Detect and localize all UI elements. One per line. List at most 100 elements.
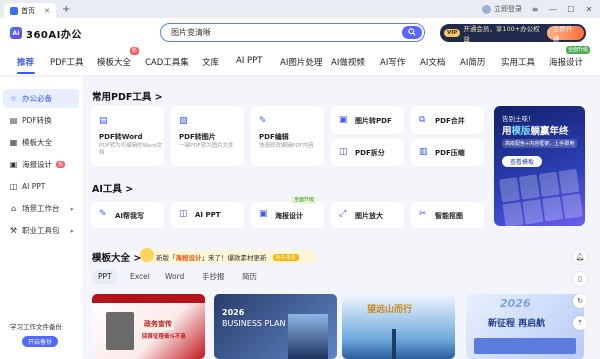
minimize-button[interactable]: — — [548, 5, 558, 14]
card-desc: 快速修改编辑PDF内容 — [259, 143, 314, 149]
thumb-year: 2026 — [222, 308, 245, 317]
nav-item-ai-image[interactable]: AI图片处理 — [280, 56, 322, 68]
pdf-section-title[interactable]: 常用PDF工具 > — [92, 89, 163, 103]
nav-item-recommend[interactable]: 推荐 — [17, 56, 34, 68]
backup-button[interactable]: 开启备份 — [22, 336, 58, 347]
close-tab-icon[interactable]: ✕ — [44, 7, 50, 15]
sidebar-item-label: PDF转换 — [22, 116, 52, 125]
template-section-title[interactable]: 模板大全 > — [92, 250, 141, 264]
ai-section-title-text: AI工具 — [92, 184, 122, 195]
new-tab-button[interactable]: + — [62, 4, 70, 15]
pdf-compress-card[interactable]: ▥ PDF压缩 — [411, 139, 484, 166]
sidebar-item-templates[interactable]: ▦ 模板大全 — [3, 133, 79, 152]
browser-tab-home[interactable]: 首页 ✕ — [4, 3, 56, 18]
vip-badge: VIP — [444, 29, 461, 37]
pdf-merge-icon: ⧉ — [419, 115, 426, 125]
card-title: PDF合并 — [435, 117, 465, 125]
nav-item-ai-resume[interactable]: AI简历 — [460, 56, 485, 68]
main-nav: 推荐 PDF工具 模板大全 新 CAD工具集 文库 AI PPT AI图片处理 … — [0, 46, 600, 76]
thumb-sub: 回首征程奋斗不息 — [142, 334, 187, 340]
sidebar-item-essentials[interactable]: ☆ 办公必备 — [3, 89, 79, 108]
card-desc: PDF转为可编辑的Word文档 — [99, 143, 163, 156]
login-link[interactable]: 立即登录 — [482, 4, 522, 14]
banner-headline: 用模版躺赢年终 — [502, 123, 569, 137]
sidebar-item-label: 模板大全 — [22, 138, 52, 147]
card-title: AI PPT — [195, 211, 221, 219]
card-desc: 一键PDF转为图片文件 — [179, 143, 234, 149]
banner-view-button[interactable]: 查看模板 — [502, 156, 542, 167]
card-title: PDF转Word — [99, 133, 143, 141]
close-window-button[interactable]: ✕ — [584, 5, 594, 14]
smart-cutout-card[interactable]: ✂ 智能抠图 — [411, 202, 484, 228]
maximize-button[interactable]: ☐ — [566, 5, 576, 14]
thumb-sub: 新征程 再启航 — [488, 319, 546, 329]
template-thumb[interactable]: 政务宣传 回首征程奋斗不息 — [92, 294, 205, 359]
mobile-icon[interactable]: ▯ — [573, 272, 587, 286]
thumb-title: 政务宣传 — [142, 318, 174, 330]
right-rail: 🔔︎ ▯ ↻ ⤒ — [571, 250, 589, 330]
upgrade-tag: 全面升级 — [291, 196, 318, 204]
pdf-merge-card[interactable]: ⧉ PDF合并 — [411, 106, 484, 134]
image-to-pdf-card[interactable]: ▣ 图片转PDF — [331, 106, 404, 134]
menu-icon[interactable]: ≡ — [530, 5, 540, 14]
refresh-icon[interactable]: ↻ — [573, 294, 587, 308]
ai-section-title[interactable]: AI工具 > — [92, 181, 133, 195]
promo-banner[interactable]: 告别土味！ 用模版躺赢年终 高级配色+内容框架，上手即用 查看模板 — [494, 106, 585, 226]
vip-text: 开通会员，享100+办公权益 — [463, 25, 540, 43]
vip-promo[interactable]: VIP 开通会员，享100+办公权益 立即开通 — [440, 24, 586, 43]
nav-item-library[interactable]: 文库 — [202, 56, 219, 68]
tab-handwritten[interactable]: 手抄报 — [196, 269, 231, 284]
sidebar-item-poster[interactable]: ▣ 海报设计 热 — [3, 155, 79, 174]
tab-resume[interactable]: 简历 — [236, 269, 263, 284]
pdf-split-icon: ◫ — [339, 147, 348, 157]
nav-item-ai-video[interactable]: AI做视频 — [331, 56, 365, 68]
card-title: AI帮我写 — [115, 212, 145, 220]
sidebar-item-workspace[interactable]: ⌂ 场景工作台 ▸ — [3, 199, 79, 218]
image-upscale-card[interactable]: ⤢ 图片放大 — [331, 202, 404, 228]
template-thumb[interactable]: 望远山而行 — [342, 294, 455, 359]
tab-excel[interactable]: Excel — [124, 269, 156, 284]
nav-item-ai-write[interactable]: AI写作 — [380, 56, 405, 68]
search-button[interactable] — [402, 25, 422, 39]
title-bar: 首页 ✕ + 立即登录 ≡ — ☐ ✕ — [0, 0, 600, 18]
template-thumb[interactable]: 2026 BUSINESS PLAN — [214, 294, 337, 359]
vip-open-button[interactable]: 立即开通 — [546, 25, 584, 43]
ai-ppt-card[interactable]: ◫ AI PPT — [171, 202, 244, 228]
tab-word[interactable]: Word — [159, 269, 190, 284]
poster-design-card[interactable]: ▣ 海报设计 — [251, 202, 324, 228]
ai-write-card[interactable]: ✎ AI帮我写 — [91, 202, 164, 228]
nav-item-templates[interactable]: 模板大全 — [97, 56, 131, 68]
star-icon: ☆ — [9, 94, 18, 103]
app-logo[interactable]: AI 360AI办公 — [10, 26, 82, 41]
nav-item-pdf[interactable]: PDF工具 — [50, 56, 84, 68]
nav-item-cad[interactable]: CAD工具集 — [145, 56, 189, 68]
main-content: 常用PDF工具 > ▤ PDF转Word PDF转为可编辑的Word文档 ▧ P… — [82, 77, 600, 359]
nav-item-ai-ppt[interactable]: AI PPT — [236, 56, 262, 66]
bell-icon[interactable]: 🔔︎ — [573, 250, 587, 264]
sidebar-item-ai-ppt[interactable]: ◫ AI PPT — [3, 177, 79, 196]
poster-new-badge[interactable]: 新版「 海报设计 」来了！爆款素材更新 抢先体验 — [140, 248, 316, 264]
sidebar-item-toolkit[interactable]: ⚒ 职业工具包 ▸ — [3, 221, 79, 240]
nav-item-ai-doc[interactable]: AI文档 — [420, 56, 445, 68]
card-title: 图片放大 — [355, 212, 383, 220]
template-thumb[interactable]: 2026 新征程 再启航 — [466, 294, 584, 359]
pdf-to-word-card[interactable]: ▤ PDF转Word PDF转为可编辑的Word文档 — [91, 106, 164, 166]
avatar-icon — [482, 4, 491, 14]
pdf-to-image-card[interactable]: ▧ PDF转图片 一键PDF转为图片文件 — [171, 106, 244, 166]
image-to-pdf-icon: ▣ — [339, 115, 348, 125]
tab-ppt[interactable]: PPT — [92, 269, 118, 284]
home-tab-icon — [10, 6, 18, 15]
active-tab-indicator — [17, 72, 35, 74]
sidebar-item-pdf[interactable]: ▤ PDF转换 — [3, 111, 79, 130]
nav-item-utilities[interactable]: 实用工具 — [501, 56, 535, 68]
pdf-edit-card[interactable]: ✎ PDF编辑 快速修改编辑PDF内容 — [251, 106, 324, 166]
logo-text: 360AI办公 — [26, 29, 82, 41]
pdf-split-card[interactable]: ◫ PDF拆分 — [331, 139, 404, 166]
card-title: 智能抠图 — [435, 212, 463, 220]
nav-item-poster[interactable]: 海报设计 — [549, 56, 583, 68]
badge-prefix: 新版「 — [156, 254, 176, 262]
template-section-title-text: 模板大全 — [92, 253, 131, 264]
top-icon[interactable]: ⤒ — [573, 316, 587, 330]
search-input[interactable]: 图片变清晰 — [160, 23, 425, 42]
card-title: 图片转PDF — [355, 117, 392, 125]
